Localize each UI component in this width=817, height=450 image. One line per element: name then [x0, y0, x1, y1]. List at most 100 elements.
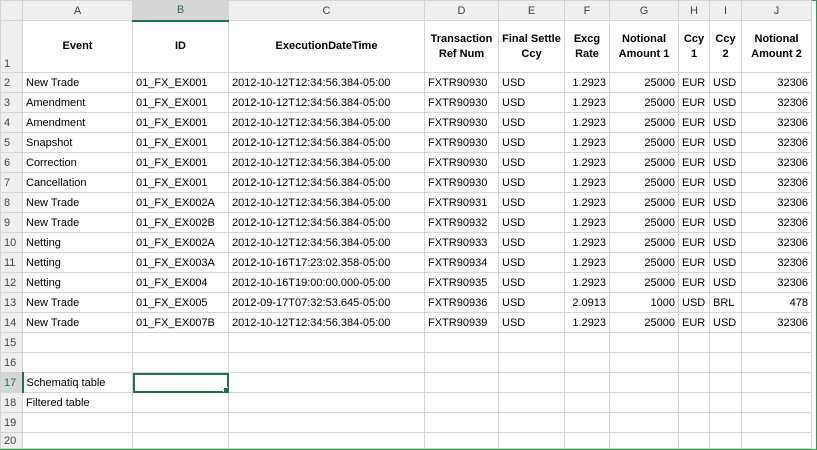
cell-ccy-1[interactable]: EUR	[678, 192, 710, 213]
cell-final-settle-ccy[interactable]: USD	[498, 232, 565, 253]
cell-transaction-ref-num[interactable]: FXTR90933	[424, 232, 499, 253]
cell-id[interactable]: 01_FX_EX003A	[132, 252, 229, 273]
cell[interactable]	[564, 412, 610, 433]
cell-final-settle-ccy[interactable]: USD	[498, 132, 565, 153]
cell-excg-rate[interactable]: 1.2923	[564, 252, 610, 273]
cell[interactable]	[498, 432, 565, 449]
cell-ccy-2[interactable]: USD	[709, 112, 742, 133]
cell-notional-amount-2[interactable]: 32306	[741, 312, 812, 333]
cell[interactable]	[498, 332, 565, 353]
header-cell-excg-rate[interactable]: Excg Rate	[564, 20, 610, 73]
cell-ccy-1[interactable]: EUR	[678, 152, 710, 173]
cell[interactable]	[609, 412, 679, 433]
cell-execution-date-time[interactable]: 2012-10-12T12:34:56.384-05:00	[228, 92, 425, 113]
cell-final-settle-ccy[interactable]: USD	[498, 112, 565, 133]
cell-excg-rate[interactable]: 1.2923	[564, 212, 610, 233]
cell-transaction-ref-num[interactable]: FXTR90930	[424, 132, 499, 153]
cell-ccy-2[interactable]: USD	[709, 72, 742, 93]
row-header[interactable]: 7	[0, 172, 23, 193]
cell-notional-amount-2[interactable]: 32306	[741, 72, 812, 93]
cell-notional-amount-1[interactable]: 25000	[609, 192, 679, 213]
header-cell-final-settle-ccy[interactable]: Final Settle Ccy	[498, 20, 565, 73]
cell-execution-date-time[interactable]: 2012-10-12T12:34:56.384-05:00	[228, 212, 425, 233]
cell-notional-amount-2[interactable]: 32306	[741, 192, 812, 213]
cell-execution-date-time[interactable]: 2012-10-16T19:00:00.000-05:00	[228, 272, 425, 293]
cell[interactable]	[609, 392, 679, 413]
cell-ccy-1[interactable]: EUR	[678, 132, 710, 153]
cell-id[interactable]: 01_FX_EX007B	[132, 312, 229, 333]
cell[interactable]	[564, 332, 610, 353]
cell-excg-rate[interactable]: 1.2923	[564, 112, 610, 133]
cell-ccy-2[interactable]: USD	[709, 212, 742, 233]
cell-excg-rate[interactable]: 1.2923	[564, 232, 610, 253]
row-header[interactable]: 18	[0, 392, 23, 413]
cell-excg-rate[interactable]: 2.0913	[564, 292, 610, 313]
cell[interactable]	[498, 372, 565, 393]
cell-execution-date-time[interactable]: 2012-10-12T12:34:56.384-05:00	[228, 112, 425, 133]
header-cell-execution-date-time[interactable]: ExecutionDateTime	[228, 20, 425, 73]
header-cell-event[interactable]: Event	[22, 20, 133, 73]
cell-transaction-ref-num[interactable]: FXTR90931	[424, 192, 499, 213]
cell[interactable]	[709, 432, 742, 449]
cell-excg-rate[interactable]: 1.2923	[564, 192, 610, 213]
column-header-i[interactable]: I	[709, 0, 742, 21]
cell-event[interactable]: Netting	[22, 232, 133, 253]
cell-id[interactable]: 01_FX_EX002A	[132, 192, 229, 213]
cell-execution-date-time[interactable]: 2012-09-17T07:32:53.645-05:00	[228, 292, 425, 313]
header-cell-notional-amount-2[interactable]: Notional Amount 2	[741, 20, 812, 73]
column-header-b[interactable]: B	[132, 0, 229, 22]
cell[interactable]	[678, 332, 710, 353]
cell-final-settle-ccy[interactable]: USD	[498, 92, 565, 113]
cell-ccy-2[interactable]: USD	[709, 132, 742, 153]
cell-final-settle-ccy[interactable]: USD	[498, 272, 565, 293]
cell[interactable]	[709, 412, 742, 433]
cell[interactable]	[228, 352, 425, 373]
cell[interactable]	[132, 432, 229, 449]
cell-notional-amount-2[interactable]: 32306	[741, 232, 812, 253]
cell-notional-amount-1[interactable]: 25000	[609, 252, 679, 273]
cell-event[interactable]: New Trade	[22, 72, 133, 93]
column-header-h[interactable]: H	[678, 0, 710, 21]
cell[interactable]	[22, 412, 133, 433]
cell-notional-amount-1[interactable]: 25000	[609, 152, 679, 173]
cell-event[interactable]: Amendment	[22, 92, 133, 113]
cell-event[interactable]: Netting	[22, 252, 133, 273]
cell-final-settle-ccy[interactable]: USD	[498, 212, 565, 233]
cell-event[interactable]: Cancellation	[22, 172, 133, 193]
cell[interactable]	[709, 372, 742, 393]
header-cell-id[interactable]: ID	[132, 20, 229, 73]
cell[interactable]	[678, 392, 710, 413]
cell[interactable]	[228, 412, 425, 433]
cell-final-settle-ccy[interactable]: USD	[498, 172, 565, 193]
column-header-e[interactable]: E	[498, 0, 565, 21]
cell-id[interactable]: 01_FX_EX002B	[132, 212, 229, 233]
cell[interactable]	[609, 332, 679, 353]
cell[interactable]	[609, 372, 679, 393]
cell-transaction-ref-num[interactable]: FXTR90930	[424, 72, 499, 93]
cell-notional-amount-1[interactable]: 25000	[609, 132, 679, 153]
cell-ccy-2[interactable]: USD	[709, 192, 742, 213]
row-header[interactable]: 2	[0, 72, 23, 93]
cell-ccy-2[interactable]: USD	[709, 92, 742, 113]
cell-excg-rate[interactable]: 1.2923	[564, 272, 610, 293]
cell[interactable]	[498, 352, 565, 373]
cell-notional-amount-2[interactable]: 32306	[741, 132, 812, 153]
row-header[interactable]: 14	[0, 312, 23, 333]
cell[interactable]	[424, 432, 499, 449]
cell-final-settle-ccy[interactable]: USD	[498, 312, 565, 333]
row-header[interactable]: 17	[0, 372, 24, 393]
cell-final-settle-ccy[interactable]: USD	[498, 192, 565, 213]
cell-notional-amount-1[interactable]: 25000	[609, 92, 679, 113]
cell[interactable]	[709, 332, 742, 353]
cell[interactable]	[228, 392, 425, 413]
cell-ccy-2[interactable]: USD	[709, 312, 742, 333]
cell-ccy-1[interactable]: EUR	[678, 232, 710, 253]
cell-id[interactable]: 01_FX_EX001	[132, 152, 229, 173]
cell-id[interactable]: 01_FX_EX002A	[132, 232, 229, 253]
cell-notional-amount-2[interactable]: 32306	[741, 172, 812, 193]
cell[interactable]	[424, 352, 499, 373]
cell[interactable]	[709, 392, 742, 413]
row-header[interactable]: 4	[0, 112, 23, 133]
cell-excg-rate[interactable]: 1.2923	[564, 92, 610, 113]
cell-ccy-1[interactable]: EUR	[678, 272, 710, 293]
